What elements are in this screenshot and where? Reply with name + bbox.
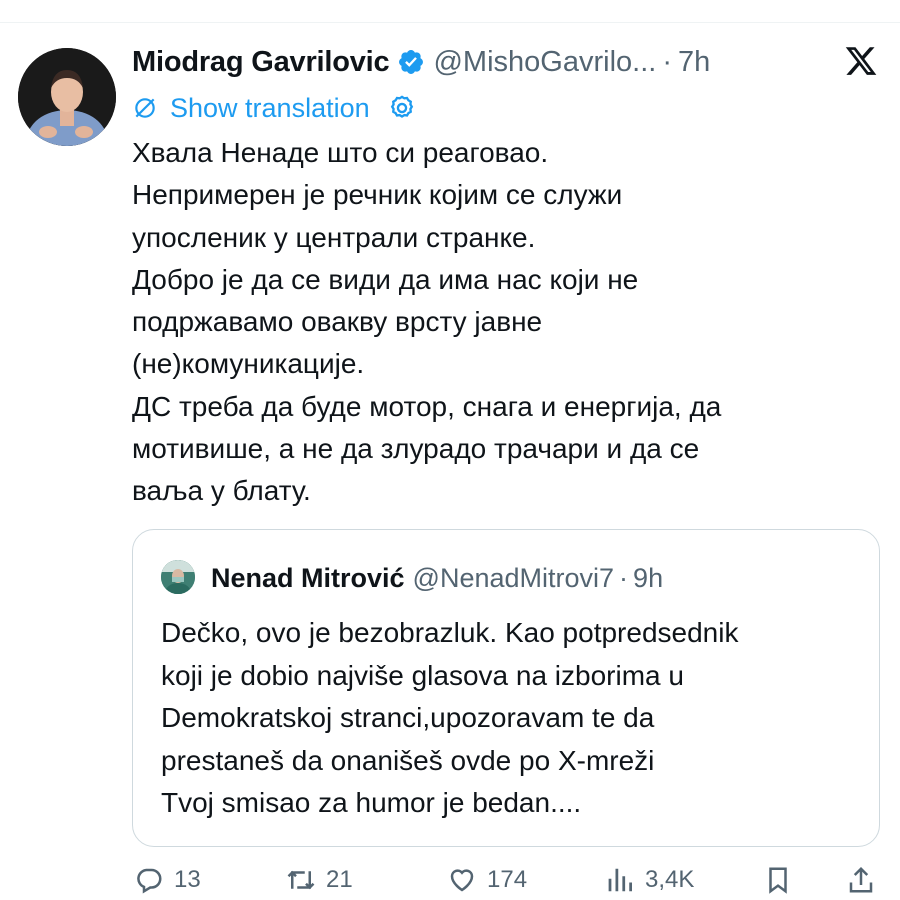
quote-time-separator: · (619, 562, 629, 593)
bookmark-button[interactable] (763, 860, 803, 900)
author-avatar[interactable] (18, 48, 116, 146)
quote-text-line: Demokratskoj stranci,upozoravam te da (161, 702, 655, 734)
show-translation-link[interactable]: Show translation (170, 93, 370, 124)
tweet-text-line: Добро је да се види да има нас који не (132, 263, 639, 295)
quote-author-name[interactable]: Nenad Mitrović (211, 563, 405, 594)
tweet-text-line: мотивише, а не да злурадо трачари и да с… (132, 433, 700, 465)
bookmark-icon (769, 867, 787, 894)
share-icon (849, 866, 873, 893)
tweet-text: Хвала Ненаде што си реаговао. Непримерен… (132, 132, 852, 513)
quote-author-avatar[interactable] (161, 560, 195, 594)
quote-text-line: Tvoj smisao za humor je bedan.... (161, 787, 582, 819)
tweet-time[interactable]: 7h (678, 46, 710, 79)
tweet-text-line: ДС треба да буде мотор, снага и енергија… (132, 390, 722, 422)
retweet-icon (287, 870, 315, 890)
like-count: 174 (487, 866, 528, 893)
like-button[interactable]: 174 (447, 860, 527, 900)
reply-count: 13 (174, 866, 201, 893)
author-handle[interactable]: @MishoGavrilo... (433, 46, 656, 79)
time-separator: · (662, 45, 672, 78)
tweet-text-line: (не)комуникације. (132, 348, 365, 380)
tweet-text-line: ваља у блату. (132, 475, 311, 507)
tweet-header: Miodrag Gavrilovic @MishoGavrilo... · 7h (132, 42, 710, 82)
views-icon (608, 868, 632, 892)
quoted-tweet[interactable]: Nenad Mitrović @NenadMitrovi7 · 9h Dečko… (132, 529, 880, 847)
quote-text: Dečko, ovo je bezobrazluk. Kao potpredse… (161, 612, 861, 825)
views-count: 3,4K (645, 866, 695, 893)
action-bar: 13 21 174 3,4K (0, 860, 900, 900)
tweet-text-line: Хвала Ненаде што си реаговао. (132, 137, 549, 168)
retweet-button[interactable]: 21 (286, 860, 353, 900)
tweet-text-line: подржавамо овакву врсту јавне (132, 306, 543, 338)
translate-icon (132, 95, 158, 121)
reply-icon (137, 868, 162, 894)
views-button[interactable]: 3,4K (605, 860, 694, 900)
top-divider (0, 22, 900, 23)
author-name[interactable]: Miodrag Gavrilovic (132, 46, 390, 79)
quote-avatar-image (161, 560, 195, 594)
share-button[interactable] (846, 860, 886, 900)
quote-text-line: Dečko, ovo je bezobrazluk. Kao potpredse… (161, 617, 739, 648)
show-translation-row: Show translation (132, 90, 416, 126)
quote-text-line: prestaneš da onanišeš ovde po X-mreži (161, 744, 655, 776)
quote-time[interactable]: 9h (633, 563, 663, 594)
reply-button[interactable]: 13 (134, 860, 201, 900)
gear-icon[interactable] (388, 94, 416, 122)
quote-header: Nenad Mitrović @NenadMitrovi7 · 9h (211, 560, 663, 596)
like-icon (450, 869, 474, 892)
tweet-text-line: упосленик у централи странке. (132, 221, 536, 253)
verified-badge-icon (397, 48, 425, 76)
retweet-count: 21 (326, 866, 353, 893)
quote-author-handle[interactable]: @NenadMitrovi7 (413, 563, 615, 594)
x-logo-icon[interactable] (843, 44, 879, 78)
tweet-text-line: Непримерен је речник којим се служи (132, 179, 623, 211)
author-avatar-image (18, 48, 116, 146)
quote-text-line: koji je dobio najviše glasova na izborim… (161, 659, 684, 691)
